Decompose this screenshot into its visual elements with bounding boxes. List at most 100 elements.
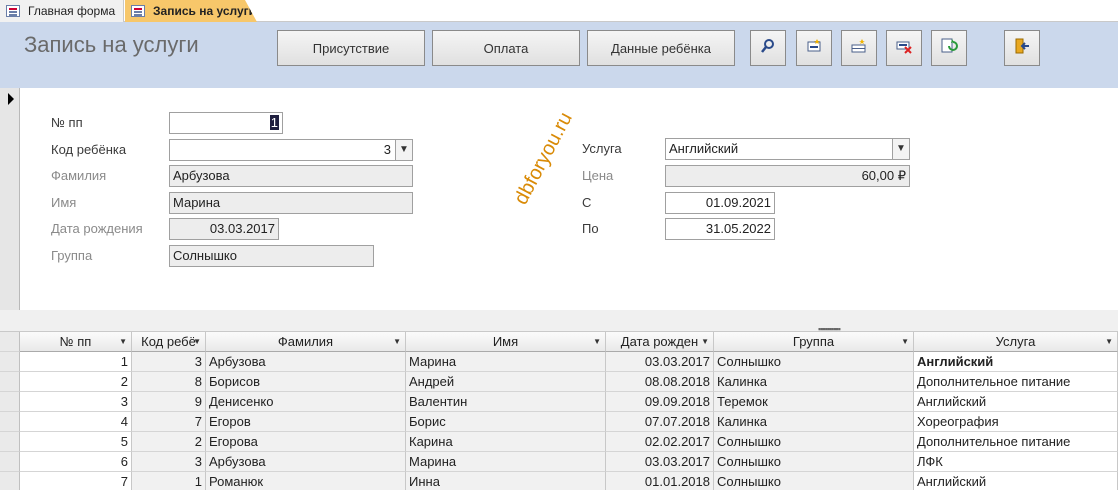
column-header-last-name[interactable]: Фамилия ▼ bbox=[206, 332, 406, 352]
cell-birth-date[interactable]: 02.02.2017 bbox=[606, 432, 714, 452]
cell-num[interactable]: 4 bbox=[20, 412, 132, 432]
cell-group[interactable]: Теремок bbox=[714, 392, 914, 412]
chevron-down-icon[interactable]: ▼ bbox=[393, 332, 401, 351]
cell-last-name[interactable]: Егорова bbox=[206, 432, 406, 452]
cell-child-code[interactable]: 1 bbox=[132, 472, 206, 490]
cell-child-code[interactable]: 2 bbox=[132, 432, 206, 452]
delete-record-button[interactable] bbox=[886, 30, 922, 66]
new-record-button[interactable] bbox=[796, 30, 832, 66]
cell-child-code[interactable]: 3 bbox=[132, 452, 206, 472]
record-selector[interactable] bbox=[0, 88, 20, 310]
cell-service[interactable]: Хореография bbox=[914, 412, 1118, 432]
cell-num[interactable]: 5 bbox=[20, 432, 132, 452]
chevron-down-icon[interactable]: ▼ bbox=[1105, 332, 1113, 351]
column-header-service[interactable]: Услуга ▼ bbox=[914, 332, 1118, 352]
cell-last-name[interactable]: Арбузова bbox=[206, 352, 406, 372]
column-header-num[interactable]: № пп ▼ bbox=[20, 332, 132, 352]
cell-num[interactable]: 3 bbox=[20, 392, 132, 412]
chevron-down-icon[interactable]: ▼ bbox=[892, 139, 909, 159]
cell-birth-date[interactable]: 03.03.2017 bbox=[606, 452, 714, 472]
cell-group[interactable]: Солнышко bbox=[714, 432, 914, 452]
cell-last-name[interactable]: Арбузова bbox=[206, 452, 406, 472]
column-header-child-code[interactable]: Код ребё ▼ bbox=[132, 332, 206, 352]
cell-num[interactable]: 6 bbox=[20, 452, 132, 472]
table-row[interactable]: 5 2 Егорова Карина 02.02.2017 Солнышко Дополни… bbox=[0, 432, 1118, 452]
attendance-button[interactable]: Присутствие bbox=[277, 30, 425, 66]
cell-group[interactable]: Калинка bbox=[714, 412, 914, 432]
column-header-first-name[interactable]: Имя ▼ bbox=[406, 332, 606, 352]
form-icon bbox=[131, 5, 145, 17]
cell-first-name[interactable]: Борис bbox=[406, 412, 606, 432]
cell-service[interactable]: ЛФК bbox=[914, 452, 1118, 472]
cell-first-name[interactable]: Карина bbox=[406, 432, 606, 452]
cell-child-code[interactable]: 8 bbox=[132, 372, 206, 392]
row-selector[interactable] bbox=[0, 432, 20, 452]
current-record-arrow-icon bbox=[8, 93, 14, 105]
cell-first-name[interactable]: Валентин bbox=[406, 392, 606, 412]
chevron-down-icon[interactable]: ▼ bbox=[901, 332, 909, 351]
chevron-down-icon[interactable]: ▼ bbox=[193, 332, 201, 351]
cell-service[interactable]: Дополнительное питание bbox=[914, 432, 1118, 452]
cell-last-name[interactable]: Денисенко bbox=[206, 392, 406, 412]
table-row[interactable]: 1 3 Арбузова Марина 03.03.2017 Солнышко Англий… bbox=[0, 352, 1118, 372]
cell-service[interactable]: Дополнительное питание bbox=[914, 372, 1118, 392]
cell-first-name[interactable]: Марина bbox=[406, 452, 606, 472]
cell-first-name[interactable]: Инна bbox=[406, 472, 606, 490]
exit-button[interactable] bbox=[1004, 30, 1040, 66]
cell-service[interactable]: Английский bbox=[914, 352, 1118, 372]
table-row[interactable]: 4 7 Егоров Борис 07.07.2018 Калинка Хореографи… bbox=[0, 412, 1118, 432]
cell-birth-date[interactable]: 07.07.2018 bbox=[606, 412, 714, 432]
cell-group[interactable]: Солнышко bbox=[714, 352, 914, 372]
cell-group[interactable]: Солнышко bbox=[714, 472, 914, 490]
cell-group[interactable]: Калинка bbox=[714, 372, 914, 392]
row-selector[interactable] bbox=[0, 352, 20, 372]
cell-birth-date[interactable]: 08.08.2018 bbox=[606, 372, 714, 392]
chevron-down-icon[interactable]: ▼ bbox=[119, 332, 127, 351]
from-date-field[interactable]: 01.09.2021 bbox=[665, 192, 775, 214]
cell-service[interactable]: Английский bbox=[914, 472, 1118, 490]
cell-child-code[interactable]: 7 bbox=[132, 412, 206, 432]
row-selector[interactable] bbox=[0, 452, 20, 472]
chevron-down-icon[interactable]: ▼ bbox=[701, 332, 709, 351]
cell-first-name[interactable]: Марина bbox=[406, 352, 606, 372]
row-selector[interactable] bbox=[0, 412, 20, 432]
num-field[interactable]: 1 bbox=[169, 112, 283, 134]
table-row[interactable]: 2 8 Борисов Андрей 08.08.2018 Калинка Дополнит… bbox=[0, 372, 1118, 392]
table-row[interactable]: 3 9 Денисенко Валентин 09.09.2018 Теремок Англ… bbox=[0, 392, 1118, 412]
table-row[interactable]: 6 3 Арбузова Марина 03.03.2017 Солнышко ЛФК bbox=[0, 452, 1118, 472]
column-header-group[interactable]: Группа ▼ bbox=[714, 332, 914, 352]
tab-service-booking[interactable]: Запись на услуги bbox=[125, 0, 257, 22]
chevron-down-icon[interactable]: ▼ bbox=[395, 140, 412, 160]
row-selector[interactable] bbox=[0, 392, 20, 412]
cell-num[interactable]: 2 bbox=[20, 372, 132, 392]
cell-child-code[interactable]: 3 bbox=[132, 352, 206, 372]
cell-last-name[interactable]: Егоров bbox=[206, 412, 406, 432]
cell-group[interactable]: Солнышко bbox=[714, 452, 914, 472]
tab-main-form[interactable]: Главная форма bbox=[0, 0, 124, 22]
row-selector[interactable] bbox=[0, 472, 20, 490]
cell-first-name[interactable]: Андрей bbox=[406, 372, 606, 392]
add-record-button[interactable] bbox=[841, 30, 877, 66]
cell-child-code[interactable]: 9 bbox=[132, 392, 206, 412]
table-row[interactable]: 7 1 Романюк Инна 01.01.2018 Солнышко Английски… bbox=[0, 472, 1118, 490]
refresh-button[interactable] bbox=[931, 30, 967, 66]
column-header-birth-date[interactable]: Дата рожден ▼ bbox=[606, 332, 714, 352]
cell-num[interactable]: 7 bbox=[20, 472, 132, 490]
search-button[interactable] bbox=[750, 30, 786, 66]
payment-button[interactable]: Оплата bbox=[432, 30, 580, 66]
select-all-cell[interactable] bbox=[0, 332, 20, 352]
cell-num[interactable]: 1 bbox=[20, 352, 132, 372]
cell-last-name[interactable]: Борисов bbox=[206, 372, 406, 392]
cell-birth-date[interactable]: 01.01.2018 bbox=[606, 472, 714, 490]
child-data-button[interactable]: Данные ребёнка bbox=[587, 30, 735, 66]
cell-service[interactable]: Английский bbox=[914, 392, 1118, 412]
cell-birth-date[interactable]: 09.09.2018 bbox=[606, 392, 714, 412]
service-combo[interactable]: Английский ▼ bbox=[665, 138, 910, 160]
child-code-combo[interactable]: 3 ▼ bbox=[169, 139, 413, 161]
cell-last-name[interactable]: Романюк bbox=[206, 472, 406, 490]
row-selector[interactable] bbox=[0, 372, 20, 392]
cell-birth-date[interactable]: 03.03.2017 bbox=[606, 352, 714, 372]
split-form-splitter[interactable]: ▪▪▪▪▪▪▪▪▪▪ bbox=[0, 310, 1118, 334]
chevron-down-icon[interactable]: ▼ bbox=[593, 332, 601, 351]
to-date-field[interactable]: 31.05.2022 bbox=[665, 218, 775, 240]
